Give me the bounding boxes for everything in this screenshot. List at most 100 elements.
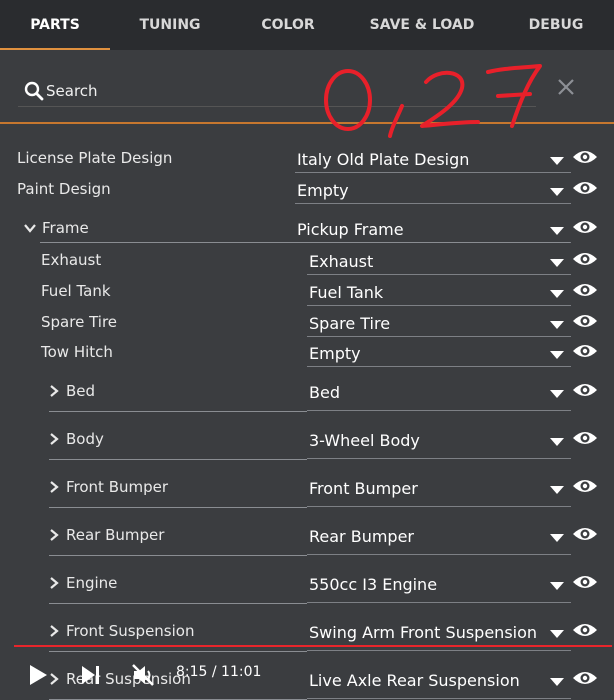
- part-label-exhaust: Exhaust: [41, 251, 102, 269]
- part-select-bed[interactable]: Bed: [309, 383, 340, 403]
- chevron-right-icon[interactable]: [48, 433, 60, 445]
- part-row[interactable]: Paint Design Empty: [0, 179, 614, 210]
- tab-color[interactable]: COLOR: [230, 0, 346, 50]
- value-underline: [307, 554, 571, 555]
- value-underline: [307, 602, 571, 603]
- eye-icon[interactable]: [572, 525, 598, 543]
- part-row[interactable]: Frame Pickup Frame: [0, 218, 614, 249]
- eye-icon[interactable]: [572, 148, 598, 166]
- part-select-front-suspension[interactable]: Swing Arm Front Suspension: [309, 623, 537, 643]
- parts-list: License Plate Design Italy Old Plate Desi…: [0, 124, 614, 700]
- next-icon[interactable]: [80, 664, 102, 686]
- part-row[interactable]: Exhaust Exhaust: [0, 250, 614, 281]
- part-select-body[interactable]: 3-Wheel Body: [309, 431, 420, 451]
- chevron-right-icon[interactable]: [48, 385, 60, 397]
- eye-icon[interactable]: [572, 621, 598, 639]
- part-label-engine: Engine: [66, 574, 118, 592]
- tab-debug[interactable]: DEBUG: [498, 0, 614, 50]
- value-underline: [307, 336, 571, 337]
- row-divider: [40, 242, 570, 243]
- part-select-exhaust[interactable]: Exhaust: [309, 252, 373, 272]
- part-select-engine[interactable]: 550cc I3 Engine: [309, 575, 437, 595]
- part-label-rear-bumper: Rear Bumper: [66, 526, 165, 544]
- part-select-license-plate-design[interactable]: Italy Old Plate Design: [297, 150, 469, 170]
- chevron-right-icon[interactable]: [48, 529, 60, 541]
- part-select-fuel-tank[interactable]: Fuel Tank: [309, 283, 383, 303]
- value-underline: [307, 366, 571, 367]
- tab-parts[interactable]: PARTS: [0, 0, 110, 50]
- mute-icon[interactable]: [130, 662, 156, 688]
- dropdown-arrow-icon[interactable]: [549, 187, 565, 197]
- row-divider: [49, 555, 307, 556]
- dropdown-arrow-icon[interactable]: [549, 289, 565, 299]
- part-row[interactable]: Spare Tire Spare Tire: [0, 312, 614, 343]
- chevron-right-icon[interactable]: [48, 481, 60, 493]
- dropdown-arrow-icon[interactable]: [549, 320, 565, 330]
- part-label-body: Body: [66, 430, 104, 448]
- tab-tuning[interactable]: TUNING: [110, 0, 230, 50]
- eye-icon[interactable]: [572, 429, 598, 447]
- eye-icon[interactable]: [572, 218, 598, 236]
- dropdown-arrow-icon[interactable]: [549, 581, 565, 591]
- dropdown-arrow-icon[interactable]: [549, 226, 565, 236]
- part-select-paint-design[interactable]: Empty: [297, 181, 349, 201]
- part-label-spare-tire: Spare Tire: [41, 313, 118, 331]
- part-row[interactable]: Engine 550cc I3 Engine: [0, 573, 614, 604]
- eye-icon[interactable]: [572, 281, 598, 299]
- chevron-right-icon[interactable]: [48, 577, 60, 589]
- part-label-license-plate-design: License Plate Design: [17, 149, 173, 167]
- eye-icon[interactable]: [572, 573, 598, 591]
- eye-icon[interactable]: [572, 477, 598, 495]
- dropdown-arrow-icon[interactable]: [549, 485, 565, 495]
- part-row[interactable]: Tow Hitch Empty: [0, 342, 614, 373]
- part-label-paint-design: Paint Design: [17, 180, 111, 198]
- part-row[interactable]: License Plate Design Italy Old Plate Desi…: [0, 148, 614, 179]
- search-icon: [24, 81, 44, 101]
- part-row[interactable]: Front Suspension Swing Arm Front Suspensi…: [0, 621, 614, 652]
- value-underline: [295, 172, 571, 173]
- part-select-rear-bumper[interactable]: Rear Bumper: [309, 527, 414, 547]
- video-player-controls: 8:15 / 11:01: [0, 650, 614, 697]
- value-underline: [307, 458, 571, 459]
- eye-icon[interactable]: [572, 342, 598, 360]
- value-underline: [307, 698, 571, 699]
- part-select-frame[interactable]: Pickup Frame: [297, 220, 404, 240]
- part-label-tow-hitch: Tow Hitch: [41, 343, 113, 361]
- part-row[interactable]: Front Bumper Front Bumper: [0, 477, 614, 508]
- part-select-front-bumper[interactable]: Front Bumper: [309, 479, 418, 499]
- part-label-front-suspension: Front Suspension: [66, 622, 195, 640]
- row-divider: [49, 459, 307, 460]
- close-icon[interactable]: [556, 77, 576, 97]
- eye-icon[interactable]: [572, 381, 598, 399]
- part-label-fuel-tank: Fuel Tank: [41, 282, 111, 300]
- part-row[interactable]: Rear Bumper Rear Bumper: [0, 525, 614, 556]
- dropdown-arrow-icon[interactable]: [549, 156, 565, 166]
- value-underline: [295, 203, 571, 204]
- row-divider: [49, 507, 307, 508]
- value-underline: [307, 506, 571, 507]
- dropdown-arrow-icon[interactable]: [549, 389, 565, 399]
- chevron-down-icon[interactable]: [24, 222, 36, 234]
- part-select-tow-hitch[interactable]: Empty: [309, 344, 361, 364]
- dropdown-arrow-icon[interactable]: [549, 258, 565, 268]
- value-underline: [307, 274, 571, 275]
- part-row[interactable]: Body 3-Wheel Body: [0, 429, 614, 460]
- value-underline: [307, 410, 571, 411]
- dropdown-arrow-icon[interactable]: [549, 350, 565, 360]
- part-label-frame: Frame: [42, 219, 89, 237]
- eye-icon[interactable]: [572, 250, 598, 268]
- dropdown-arrow-icon[interactable]: [549, 437, 565, 447]
- dropdown-arrow-icon[interactable]: [549, 533, 565, 543]
- part-row[interactable]: Fuel Tank Fuel Tank: [0, 281, 614, 312]
- chevron-right-icon[interactable]: [48, 625, 60, 637]
- video-time: 8:15 / 11:01: [176, 664, 262, 680]
- tab-bar: PARTS TUNING COLOR SAVE & LOAD DEBUG: [0, 0, 614, 50]
- dropdown-arrow-icon[interactable]: [549, 629, 565, 639]
- video-progress-bar[interactable]: [14, 645, 612, 647]
- part-row[interactable]: Bed Bed: [0, 381, 614, 412]
- tab-save-load[interactable]: SAVE & LOAD: [346, 0, 498, 50]
- eye-icon[interactable]: [572, 179, 598, 197]
- eye-icon[interactable]: [572, 312, 598, 330]
- play-icon[interactable]: [28, 664, 48, 686]
- part-select-spare-tire[interactable]: Spare Tire: [309, 314, 390, 334]
